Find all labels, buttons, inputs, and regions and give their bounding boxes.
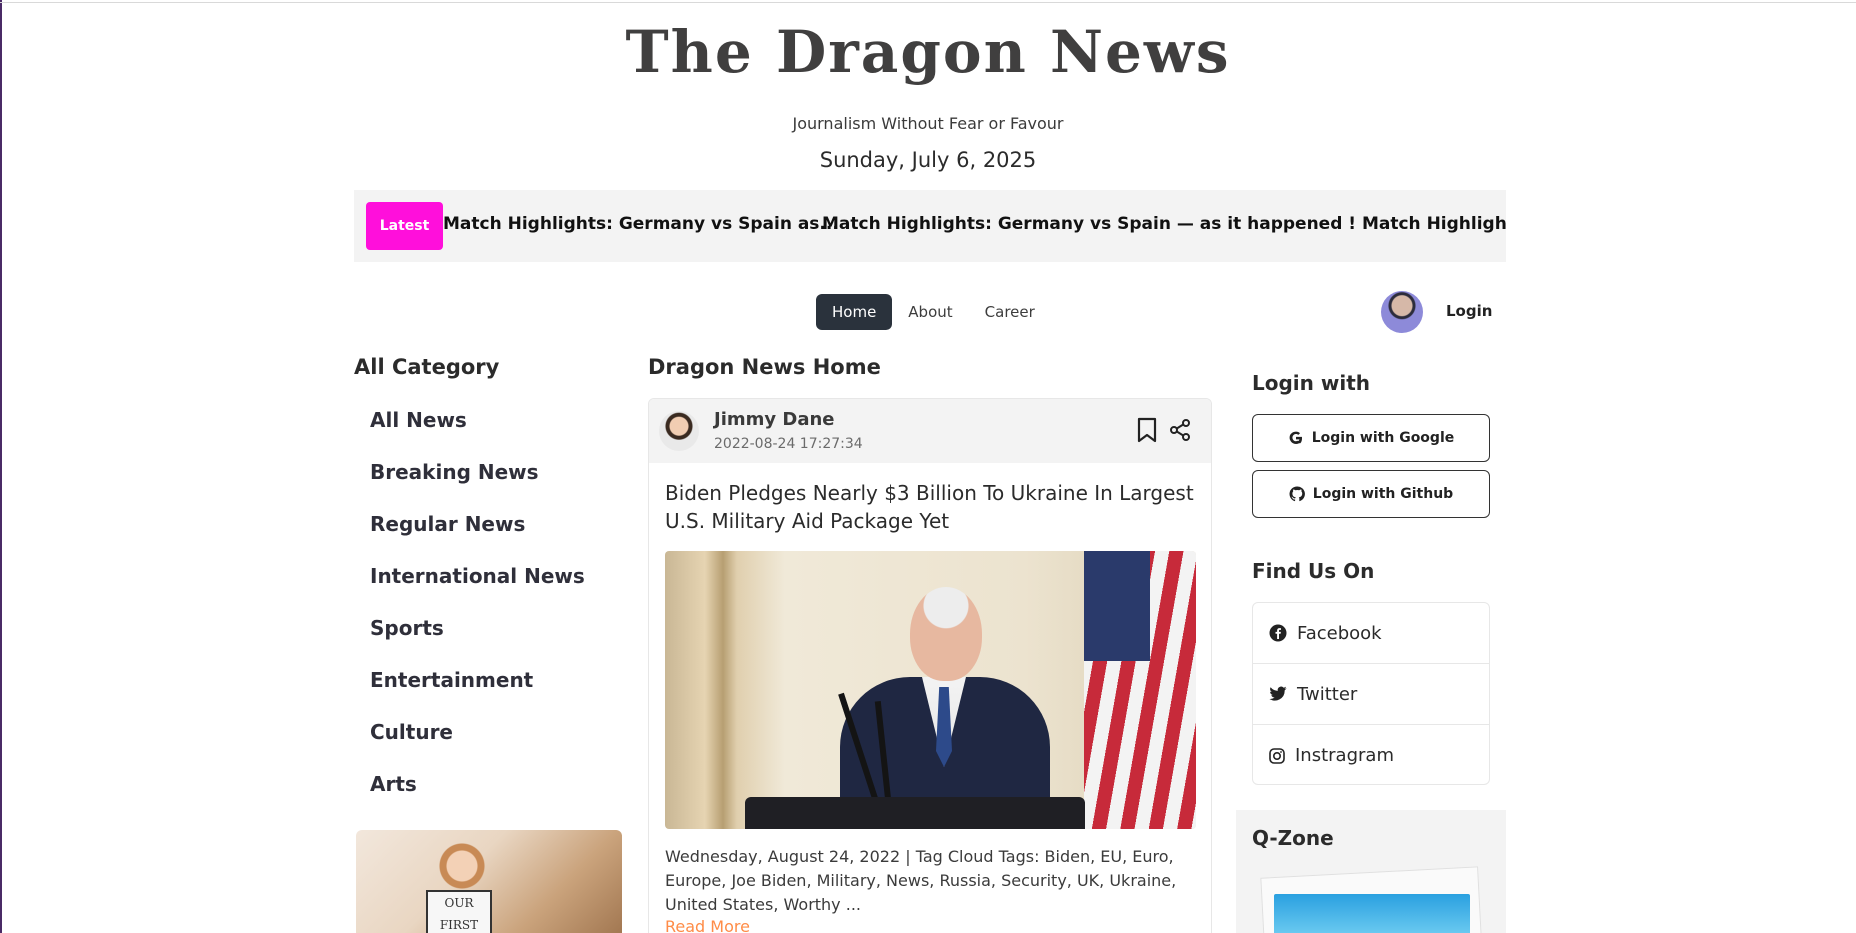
news-ticker[interactable]: Match Highlights: Germany vs Spain — as …: [822, 214, 1506, 234]
twitter-label: Twitter: [1297, 683, 1358, 705]
publish-date: 2022-08-24 17:27:34: [714, 436, 863, 452]
author-avatar: [659, 411, 699, 451]
share-icon[interactable]: [1167, 417, 1193, 443]
twitter-icon: [1269, 686, 1287, 701]
top-divider: [0, 0, 1856, 3]
q-zone-title: Q-Zone: [1252, 826, 1334, 850]
q-zone-image[interactable]: [1274, 894, 1470, 933]
nav-home[interactable]: Home: [816, 294, 893, 330]
main-section-title: Dragon News Home: [648, 355, 881, 379]
nav-about[interactable]: About: [892, 294, 968, 330]
login-google-label: Login with Google: [1311, 430, 1455, 446]
social-twitter[interactable]: Twitter: [1253, 664, 1489, 725]
current-date: Sunday, July 6, 2025: [819, 148, 1037, 172]
latest-headline[interactable]: Match Highlights: Germany vs Spain as...: [443, 214, 839, 234]
category-culture[interactable]: Culture: [370, 718, 585, 770]
bookmark-icon[interactable]: [1134, 417, 1160, 443]
category-all-news[interactable]: All News: [370, 406, 585, 458]
find-us-title: Find Us On: [1252, 559, 1375, 583]
category-arts[interactable]: Arts: [370, 770, 585, 822]
social-links: Facebook Twitter Instragram: [1252, 602, 1490, 785]
news-card-header: Jimmy Dane 2022-08-24 17:27:34: [649, 399, 1211, 463]
site-tagline: Journalism Without Fear or Favour: [792, 114, 1064, 133]
social-instagram[interactable]: Instragram: [1253, 725, 1489, 786]
category-regular-news[interactable]: Regular News: [370, 510, 585, 562]
sidebar-news-image[interactable]: OUR FIRST: [356, 830, 622, 933]
instagram-label: Instragram: [1295, 745, 1394, 766]
nav-career[interactable]: Career: [969, 294, 1051, 330]
google-icon: [1289, 431, 1302, 444]
social-facebook[interactable]: Facebook: [1253, 603, 1489, 664]
author-name: Jimmy Dane: [714, 409, 835, 430]
podium: [745, 797, 1085, 829]
site-logo[interactable]: The Dragon News: [0, 18, 1856, 86]
category-breaking-news[interactable]: Breaking News: [370, 458, 585, 510]
category-list: All News Breaking News Regular News Inte…: [370, 406, 585, 822]
login-with-title: Login with: [1252, 371, 1370, 395]
news-headline[interactable]: Biden Pledges Nearly $3 Billion To Ukrai…: [665, 479, 1195, 535]
user-avatar[interactable]: [1381, 291, 1423, 333]
latest-news-bar: Latest Match Highlights: Germany vs Spai…: [354, 190, 1506, 262]
category-international-news[interactable]: International News: [370, 562, 585, 614]
login-button[interactable]: Login: [1446, 302, 1492, 320]
category-sports[interactable]: Sports: [370, 614, 585, 666]
speaker-figure: [830, 587, 1060, 829]
facebook-label: Facebook: [1297, 622, 1382, 644]
news-description: Wednesday, August 24, 2022 | Tag Cloud T…: [665, 847, 1177, 914]
github-icon: [1289, 486, 1305, 502]
facebook-icon: [1269, 624, 1287, 642]
q-zone-panel: Q-Zone: [1236, 810, 1506, 933]
main-nav: Home About Career: [816, 294, 1051, 330]
news-image[interactable]: [665, 551, 1196, 829]
instagram-icon: [1269, 747, 1285, 764]
window-edge: [0, 0, 2, 933]
read-more-link[interactable]: Read More: [665, 917, 750, 933]
login-github-button[interactable]: Login with Github: [1252, 470, 1490, 518]
login-github-label: Login with Github: [1312, 486, 1454, 502]
flag-canton: [1084, 551, 1150, 661]
category-title: All Category: [354, 355, 500, 379]
login-google-button[interactable]: Login with Google: [1252, 414, 1490, 462]
category-entertainment[interactable]: Entertainment: [370, 666, 585, 718]
image-sign: OUR FIRST: [426, 890, 492, 933]
news-card: Jimmy Dane 2022-08-24 17:27:34 Biden Ple…: [648, 398, 1212, 933]
latest-badge-button[interactable]: Latest: [366, 202, 443, 250]
